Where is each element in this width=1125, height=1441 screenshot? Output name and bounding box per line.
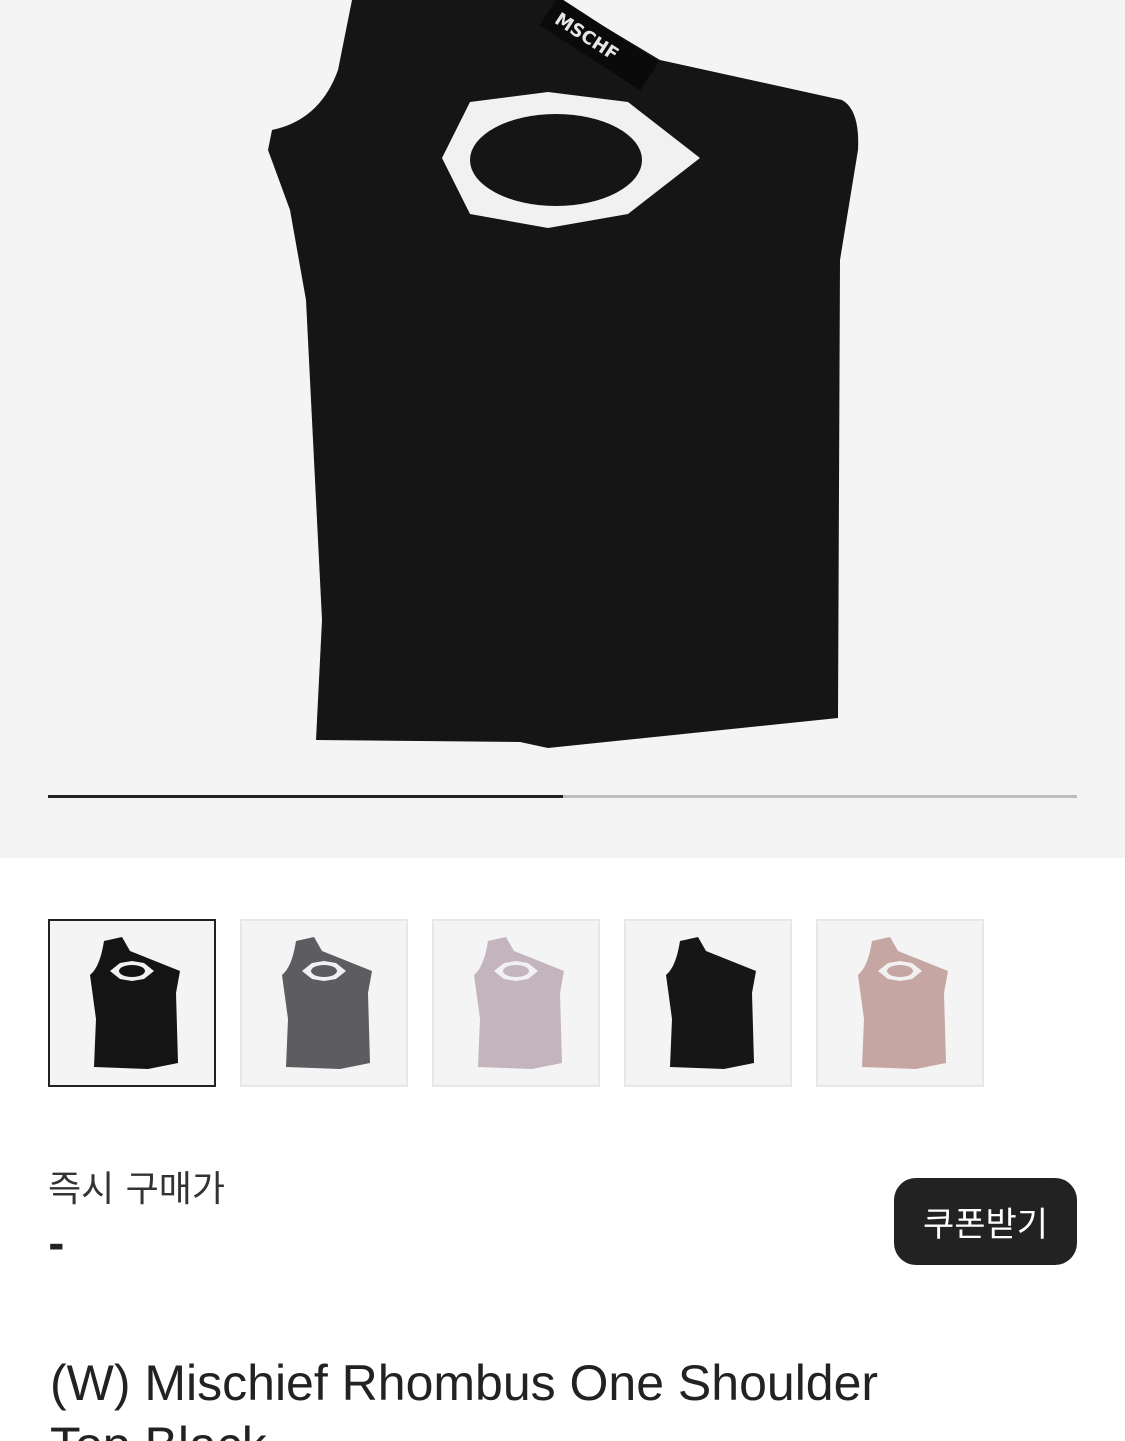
thumbnail-2[interactable] xyxy=(240,919,408,1087)
thumbnail-top-image xyxy=(474,937,564,1069)
thumbnail-5[interactable] xyxy=(816,919,984,1087)
gallery-progress-track xyxy=(48,795,1077,798)
thumbnail-3[interactable] xyxy=(432,919,600,1087)
thumbnail-4[interactable] xyxy=(624,919,792,1087)
thumbnail-top-image xyxy=(666,937,756,1069)
thumbnail-top-image xyxy=(858,937,948,1069)
thumbnail-top-image xyxy=(282,937,372,1069)
product-image-gallery[interactable]: MSCHF xyxy=(0,0,1125,858)
thumbnail-top-image xyxy=(90,937,180,1069)
coupon-button[interactable]: 쿠폰받기 xyxy=(894,1178,1077,1265)
thumbnail-1[interactable] xyxy=(48,919,216,1087)
gallery-progress-fill xyxy=(48,795,563,798)
price-value: - xyxy=(48,1222,65,1268)
price-label: 즉시 구매가 xyxy=(48,1169,226,1210)
product-title: (W) Mischief Rhombus One Shoulder Top Bl… xyxy=(50,1355,879,1441)
main-product-image: MSCHF xyxy=(268,0,859,748)
thumbnail-strip xyxy=(48,919,984,1087)
